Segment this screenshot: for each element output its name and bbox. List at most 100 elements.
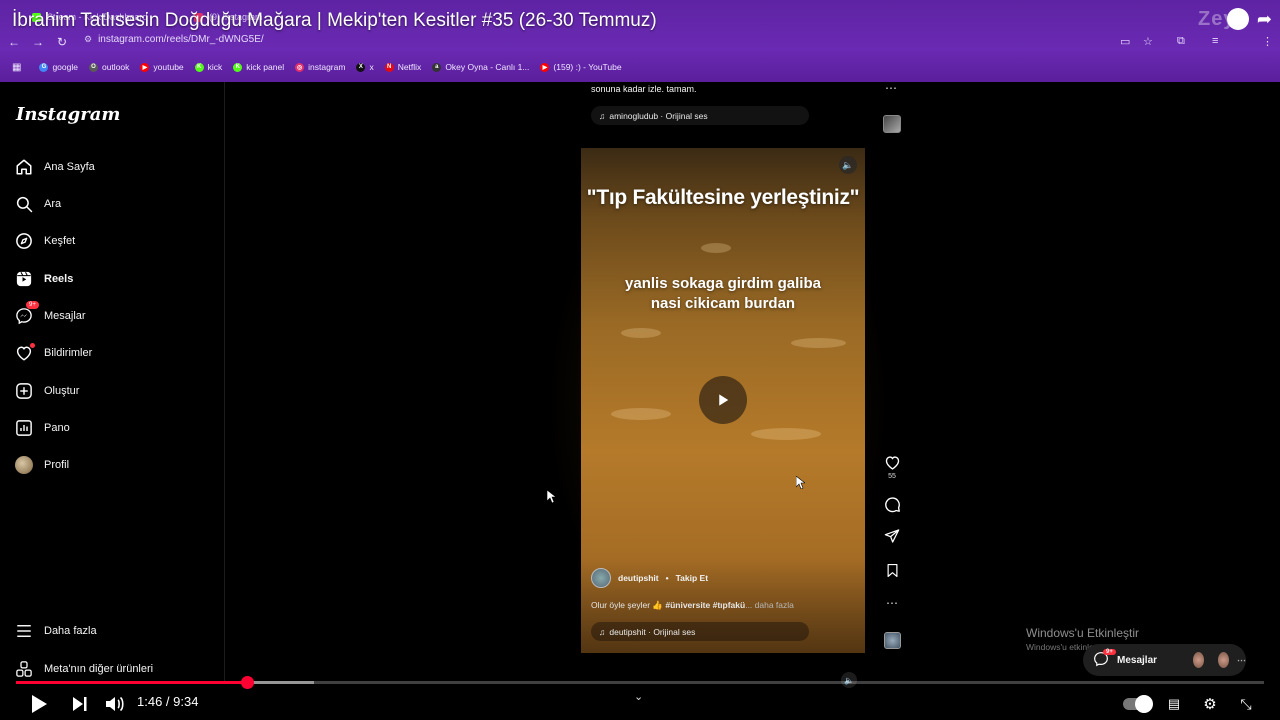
kick-icon: K	[233, 62, 243, 72]
save-button[interactable]	[877, 563, 907, 578]
heart-icon	[14, 343, 35, 363]
apps-grid-icon[interactable]: ▦	[12, 62, 21, 73]
scene-detail	[611, 408, 671, 420]
sidebar-item-search[interactable]: Ara	[14, 193, 61, 215]
volume-icon[interactable]: 🔈	[841, 672, 857, 688]
autoplay-toggle[interactable]	[1122, 693, 1153, 715]
more-options-icon[interactable]: ⋯	[1237, 655, 1246, 666]
bookmark-item[interactable]: ▶ youtube	[140, 62, 184, 72]
progress-bar[interactable]	[16, 681, 1264, 684]
more-options-icon[interactable]: ⋯	[877, 596, 907, 610]
media-icon[interactable]: ≡	[1212, 35, 1218, 47]
avatar	[1193, 652, 1205, 668]
avatar	[14, 455, 34, 475]
settings-gear-icon[interactable]: ⚙	[1200, 693, 1220, 715]
bookmark-item[interactable]: Ooutlook	[88, 62, 129, 72]
sidebar-item-profile[interactable]: Profil	[14, 454, 69, 476]
messages-pill[interactable]: 9+ Mesajlar ⋯	[1083, 644, 1246, 676]
instagram-logo[interactable]: Instagram	[16, 104, 120, 125]
sidebar-item-label: Mesajlar	[44, 310, 86, 322]
url-text: instagram.com/reels/DMr_-dWNG5E/	[98, 34, 264, 45]
scene-detail	[701, 243, 731, 253]
mute-toggle-icon[interactable]: 🔈	[839, 156, 857, 174]
video-overlay-actions: ➦	[1226, 8, 1272, 30]
bookmark-item[interactable]: ◎ instagram	[295, 62, 345, 72]
bookmark-label: Netflix	[397, 62, 422, 72]
meta-products-icon	[14, 659, 34, 679]
bookmark-item[interactable]: Kkick	[194, 62, 223, 72]
bookmark-item[interactable]: Kkick panel	[233, 62, 284, 72]
url-field[interactable]: ⚙ instagram.com/reels/DMr_-dWNG5E/	[84, 34, 264, 45]
bookmark-item[interactable]: ▶ (159) :) - YouTube	[540, 62, 622, 72]
sidebar-item-meta[interactable]: Meta'nın diğer ürünleri	[14, 658, 153, 680]
sidebar-item-more[interactable]: Daha fazla	[14, 620, 97, 642]
notification-dot	[30, 343, 35, 348]
sidebar-item-label: Oluştur	[44, 385, 80, 397]
bookmark-label: kick	[207, 62, 223, 72]
sidebar-item-reels[interactable]: Reels	[14, 268, 73, 290]
sidebar-item-home[interactable]: Ana Sayfa	[14, 156, 95, 178]
audio-thumbnail[interactable]	[884, 632, 901, 649]
reel-audio[interactable]: ♫ deutipshit · Orijinal ses	[591, 622, 809, 641]
bookmark-item[interactable]: N Netflix	[384, 62, 422, 72]
cast-icon[interactable]: ▭	[1120, 35, 1130, 48]
messenger-icon: 9+	[14, 301, 39, 326]
play-button[interactable]	[28, 693, 50, 715]
reel-headline: "Tıp Fakültesine yerleştiniz"	[586, 186, 860, 209]
sidebar-item-label: Profil	[44, 459, 70, 471]
site-info-icon[interactable]: ⚙	[84, 34, 92, 45]
chevron-down-icon[interactable]: ⌄	[634, 690, 643, 703]
bookmark-label: google	[52, 62, 78, 72]
subtitles-icon[interactable]: ▤	[1164, 693, 1184, 715]
bookmark-label: kick panel	[246, 62, 285, 72]
sidebar-item-explore[interactable]: Keşfet	[14, 230, 75, 252]
reload-button[interactable]: ↻	[54, 34, 70, 50]
bookmark-item[interactable]: Ggoogle	[39, 62, 78, 72]
sidebar-item-label: Daha fazla	[44, 625, 97, 637]
like-button[interactable]: 55	[877, 454, 907, 480]
previous-reel-audio[interactable]: ♫ aminogludub · Orijinal ses	[591, 106, 809, 125]
back-button[interactable]: ←	[6, 34, 22, 50]
instagram-icon: ◎	[295, 62, 305, 72]
bookmark-item[interactable]: a Okey Oyna - Canlı 1...	[432, 62, 529, 72]
bookmark-item[interactable]: Xx	[356, 62, 374, 72]
send-icon	[884, 529, 900, 543]
share-icon[interactable]: ➦	[1257, 9, 1272, 30]
more-options-icon[interactable]: ⋯	[885, 81, 897, 95]
music-note-icon: ♫	[599, 626, 606, 637]
comment-icon	[884, 497, 900, 513]
comment-button[interactable]	[877, 496, 907, 513]
volume-button[interactable]	[104, 693, 126, 715]
like-count: 55	[888, 473, 896, 480]
time-separator: /	[162, 694, 174, 709]
sidebar-item-create[interactable]: Oluştur	[14, 380, 79, 402]
avatar[interactable]	[591, 568, 611, 588]
caption-more-link[interactable]: ... daha fazla	[745, 600, 794, 610]
follow-button[interactable]: Takip Et	[676, 573, 708, 583]
bookmark-label: (159) :) - YouTube	[553, 62, 622, 72]
bookmark-star-icon[interactable]: ☆	[1143, 35, 1153, 48]
next-button[interactable]	[70, 693, 90, 715]
sidebar-item-notifications[interactable]: Bildirimler	[14, 342, 92, 364]
search-icon	[14, 194, 34, 214]
caption-hashtags[interactable]: #üniversite #tıpfakü	[665, 600, 745, 610]
messages-label: Mesajlar	[1117, 654, 1158, 666]
forward-button[interactable]: →	[30, 34, 46, 50]
extensions-icon[interactable]: ⧉	[1177, 35, 1185, 48]
home-icon	[14, 157, 34, 177]
sidebar-item-label: Reels	[44, 273, 74, 285]
sidebar-item-dashboard[interactable]: Pano	[14, 417, 70, 439]
exit-fullscreen-icon[interactable]: ⤡	[1236, 693, 1256, 715]
bookmark-label: instagram	[308, 62, 346, 72]
progress-scrubber[interactable]	[240, 676, 254, 689]
author-username[interactable]: deutipshit	[618, 573, 659, 583]
sidebar-item-messages[interactable]: 9+ Mesajlar	[14, 301, 86, 327]
menu-kebab-icon[interactable]: ⋮	[1262, 35, 1273, 48]
audio-label: aminogludub · Orijinal ses	[609, 110, 708, 121]
progress-played	[16, 681, 247, 684]
share-button[interactable]	[877, 528, 907, 544]
audio-label: deutipshit · Orijinal ses	[609, 626, 696, 637]
watch-later-icon[interactable]	[1226, 8, 1249, 30]
play-button[interactable]	[699, 376, 747, 424]
previous-reel-caption: sonuna kadar izle. tamam.	[591, 84, 697, 94]
